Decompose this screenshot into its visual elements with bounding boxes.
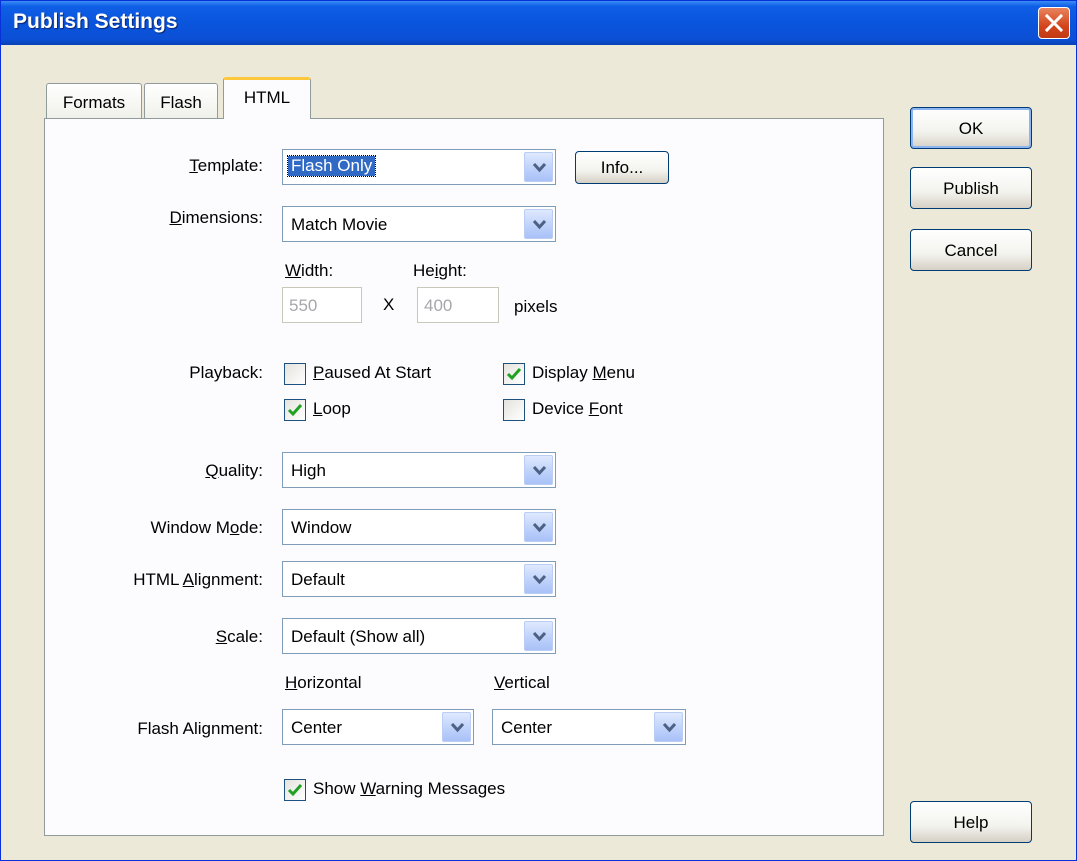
scale-value: Default (Show all) (291, 627, 426, 646)
publish-button[interactable]: Publish (910, 167, 1032, 209)
chevron-down-icon (533, 220, 546, 230)
scale-select[interactable]: Default (Show all) (282, 618, 556, 654)
quality-value: High (291, 461, 326, 480)
width-value: 550 (289, 296, 318, 315)
horizontal-label: Horizontal (285, 673, 362, 692)
html-alignment-label: HTML Alignment: (133, 570, 263, 589)
dropdown-arrow[interactable] (524, 564, 553, 594)
title-bar[interactable]: Publish Settings (1, 1, 1076, 45)
display-menu-checkbox[interactable] (503, 363, 525, 385)
dropdown-arrow[interactable] (524, 152, 553, 182)
tab-label: Flash (160, 93, 202, 112)
height-input[interactable]: 400 (417, 287, 499, 323)
quality-label: Quality: (205, 461, 263, 480)
template-label: Template: (189, 156, 263, 175)
quality-select[interactable]: High (282, 452, 556, 488)
chevron-down-icon (533, 466, 546, 476)
dropdown-arrow[interactable] (442, 712, 471, 742)
loop-checkbox[interactable] (284, 399, 306, 421)
times-sign: X (383, 295, 395, 314)
scale-label: Scale: (215, 627, 263, 646)
chevron-down-icon (533, 523, 546, 533)
paused-at-start-checkbox[interactable] (284, 363, 306, 385)
device-font-label: Device Font (532, 399, 623, 418)
tab-flash[interactable]: Flash (144, 83, 218, 119)
tab-label: Formats (62, 93, 126, 112)
tab-html[interactable]: HTML (223, 77, 311, 119)
template-select[interactable]: Flash Only (282, 149, 556, 185)
window-mode-label: Window Mode: (150, 518, 263, 537)
info-button-label: Info... (600, 158, 644, 177)
ok-button-label: OK (958, 119, 984, 138)
tab-formats[interactable]: Formats (46, 83, 142, 119)
vertical-label: Vertical (494, 673, 550, 692)
dimensions-select[interactable]: Match Movie (282, 206, 556, 242)
checkmark-icon (287, 404, 303, 417)
window-mode-value: Window (291, 518, 352, 537)
chevron-down-icon (451, 723, 464, 733)
display-menu-label: Display Menu (532, 363, 636, 382)
vertical-align-value: Center (501, 718, 553, 737)
cancel-button[interactable]: Cancel (910, 229, 1032, 271)
paused-at-start-label: Paused At Start (313, 363, 432, 382)
close-icon (1045, 14, 1063, 32)
show-warnings-checkbox[interactable] (284, 779, 306, 801)
playback-label: Playback: (189, 363, 263, 382)
chevron-down-icon (533, 575, 546, 585)
html-alignment-value: Default (291, 570, 345, 589)
chevron-down-icon (663, 723, 676, 733)
horizontal-align-value: Center (291, 718, 343, 737)
dropdown-arrow[interactable] (524, 209, 553, 239)
checkmark-icon (287, 784, 303, 797)
show-warnings-label: Show Warning Messages (313, 779, 506, 798)
publish-button-label: Publish (943, 179, 999, 198)
window-mode-select[interactable]: Window (282, 509, 556, 545)
ok-button[interactable]: OK (910, 107, 1032, 149)
loop-label: Loop (313, 399, 351, 418)
dropdown-arrow[interactable] (524, 621, 553, 651)
window-title: Publish Settings (13, 10, 178, 33)
height-value: 400 (424, 296, 453, 315)
dimensions-value: Match Movie (291, 215, 388, 234)
dimensions-label: Dimensions: (169, 208, 263, 227)
width-label: Width: (285, 261, 334, 280)
help-button-label: Help (953, 813, 989, 832)
vertical-align-select[interactable]: Center (492, 709, 686, 745)
publish-settings-dialog: Publish Settings Formats Flash HTML Temp… (0, 0, 1077, 861)
info-button[interactable]: Info... (575, 151, 669, 184)
template-value: Flash Only (286, 155, 377, 177)
horizontal-align-select[interactable]: Center (282, 709, 474, 745)
width-input[interactable]: 550 (282, 287, 362, 323)
html-tab-panel: Template: Flash Only Info... Dimensions:… (44, 118, 884, 836)
units-label: pixels (514, 297, 558, 316)
dropdown-arrow[interactable] (524, 512, 553, 542)
dropdown-arrow[interactable] (654, 712, 683, 742)
close-button[interactable] (1038, 7, 1070, 39)
chevron-down-icon (533, 632, 546, 642)
height-label: Height: (413, 261, 467, 280)
chevron-down-icon (533, 163, 546, 173)
flash-alignment-label: Flash Alignment: (137, 719, 263, 738)
cancel-button-label: Cancel (944, 241, 998, 260)
dropdown-arrow[interactable] (524, 455, 553, 485)
html-alignment-select[interactable]: Default (282, 561, 556, 597)
help-button[interactable]: Help (910, 801, 1032, 843)
tab-label: HTML (243, 88, 291, 107)
checkmark-icon (506, 368, 522, 381)
device-font-checkbox[interactable] (503, 399, 525, 421)
